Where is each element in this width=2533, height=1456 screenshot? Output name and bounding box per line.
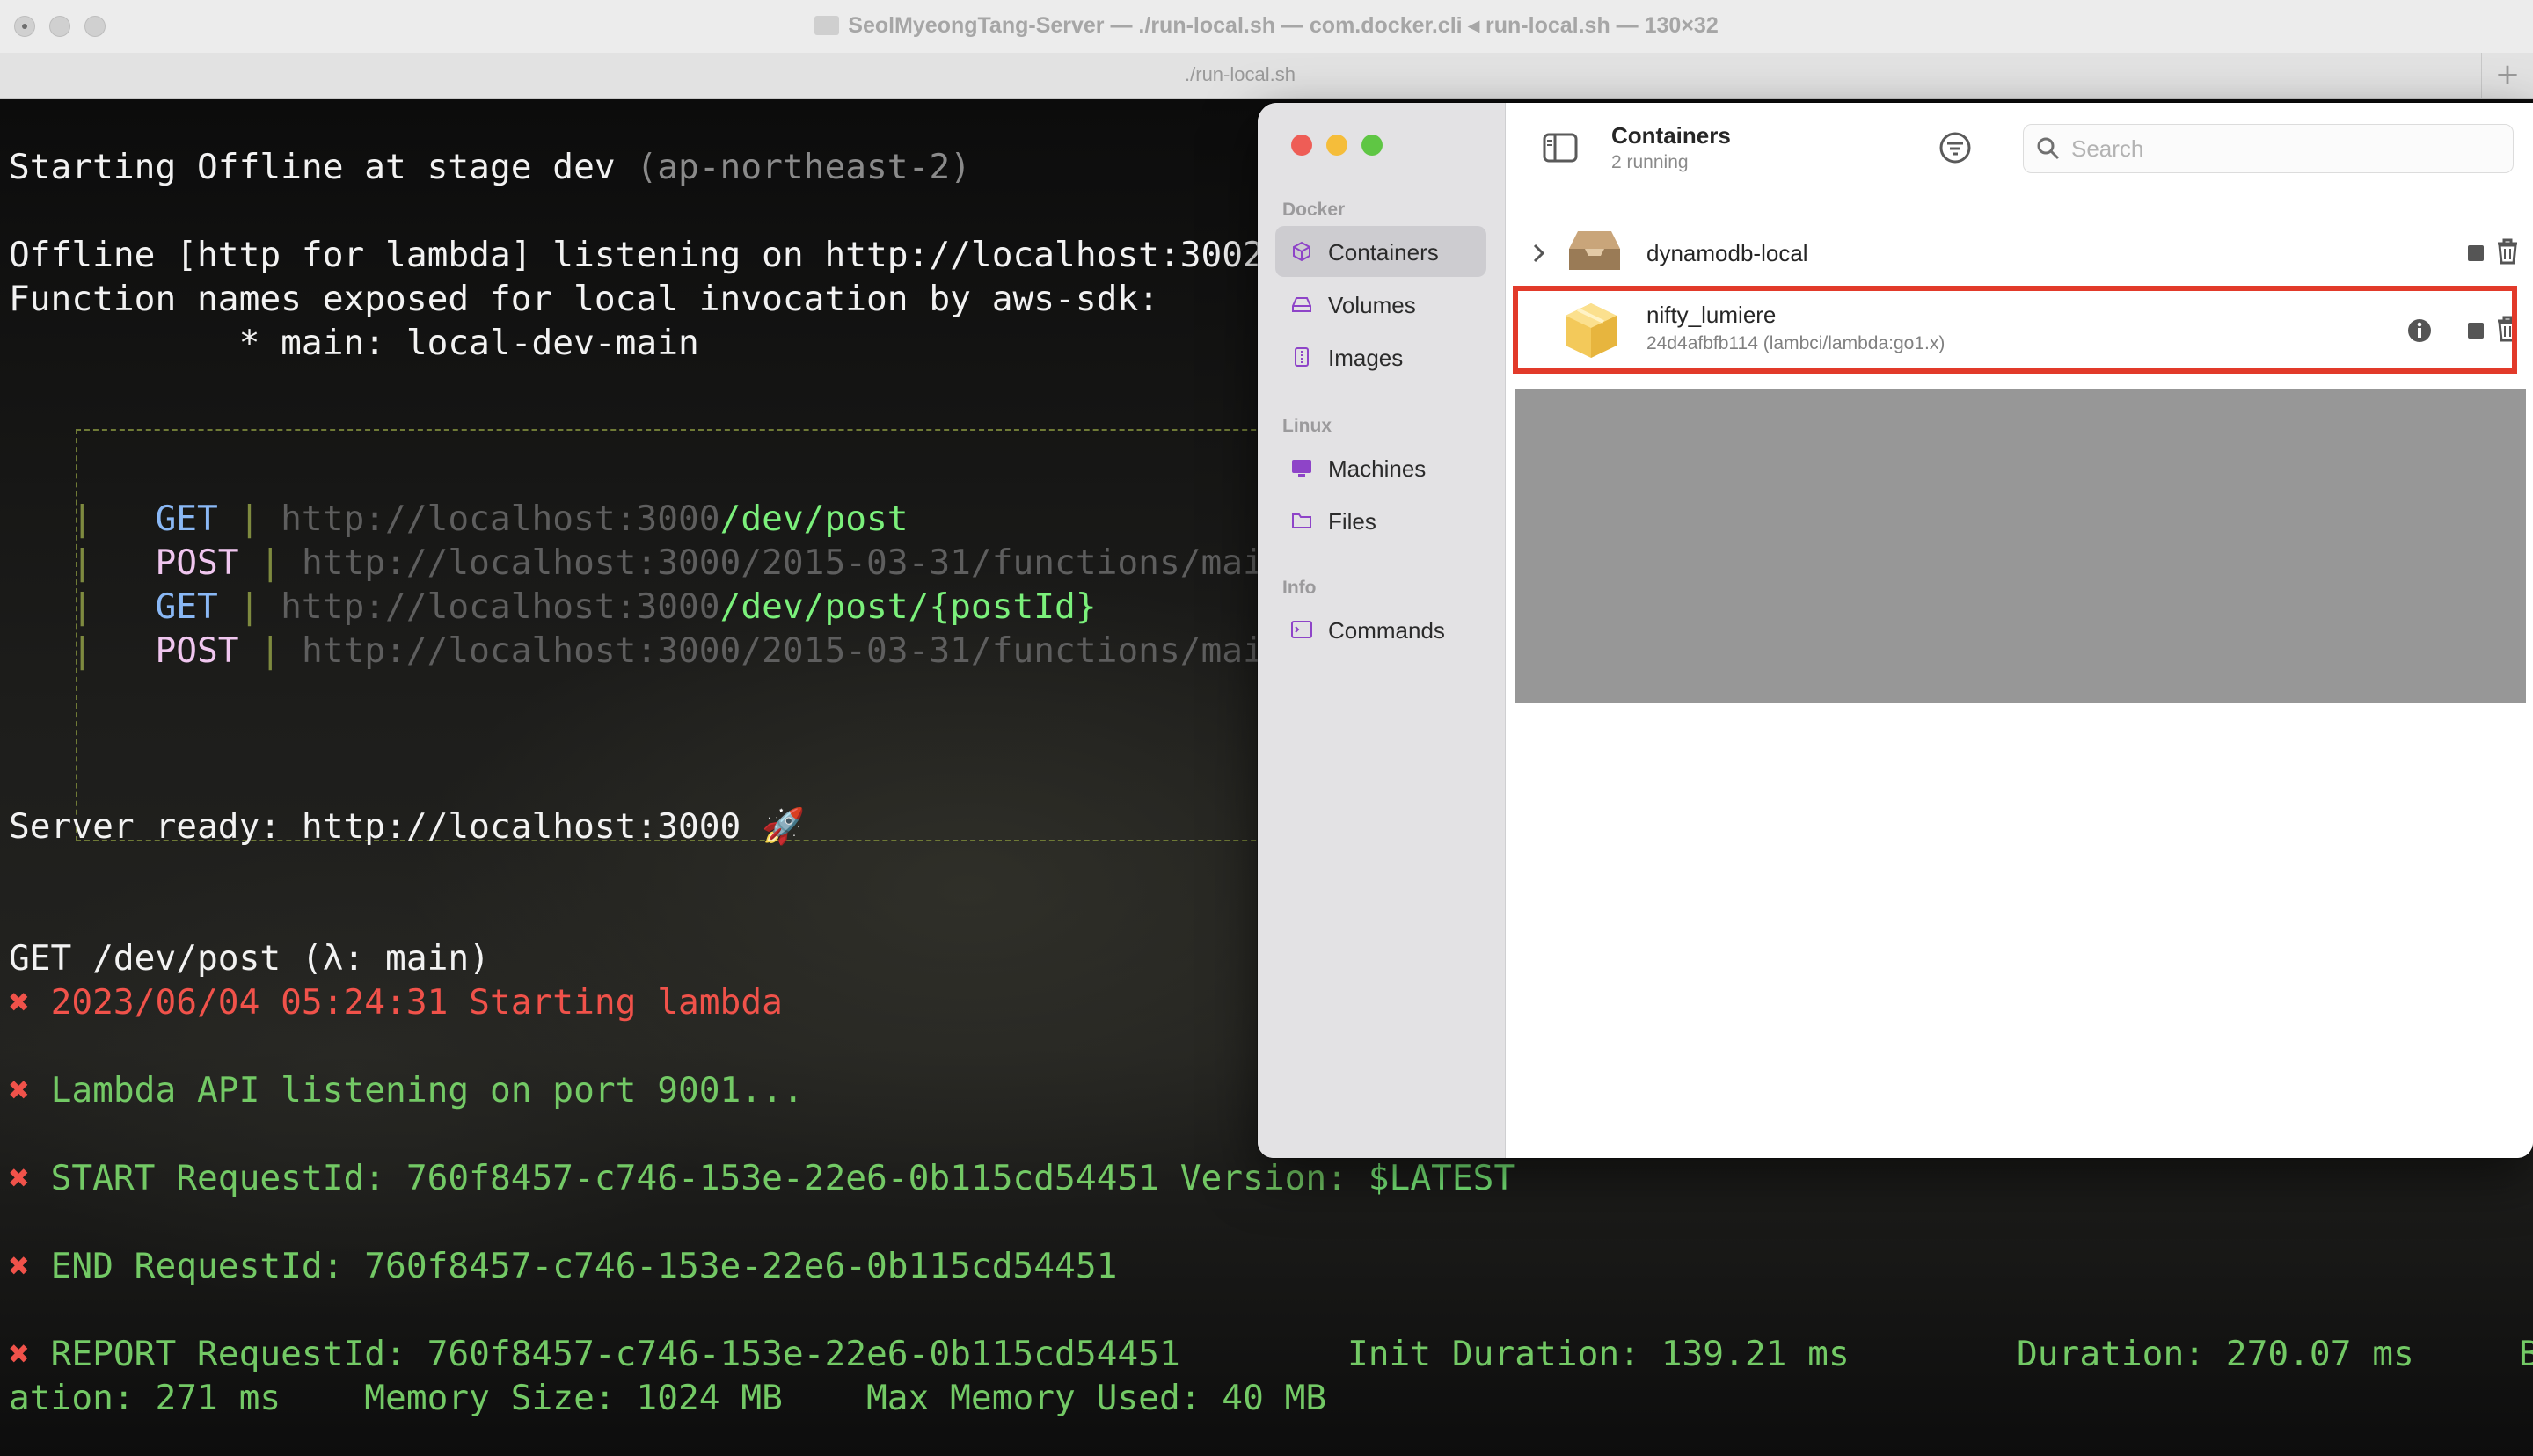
redacted-panel	[1515, 389, 2526, 703]
route-method: GET	[155, 499, 218, 539]
log-line: ✖ START RequestId: 760f8457-c746-153e-22…	[9, 1158, 1515, 1198]
section-linux: Linux	[1282, 416, 1332, 436]
log-line: ✖ 2023/06/04 05:24:31 Starting lambda	[9, 982, 783, 1023]
sidebar: Docker Containers Volumes Images Linux M…	[1258, 103, 1506, 1158]
running-count: 2 running	[1611, 152, 1689, 172]
log-line: ation: 271 ms Memory Size: 1024 MB Max M…	[9, 1378, 1327, 1418]
highlight-annotation	[1513, 286, 2517, 374]
log-line: ✖ END RequestId: 760f8457-c746-153e-22e6…	[9, 1246, 1118, 1286]
sidebar-item-label: Machines	[1328, 455, 1427, 482]
search-icon	[2037, 137, 2060, 160]
sidebar-item-label: Files	[1328, 508, 1376, 535]
image-icon	[1295, 347, 1309, 367]
terminal-line: Offline [http for lambda] listening on h…	[9, 235, 1264, 275]
container-row[interactable]: dynamodb-local	[1506, 214, 2533, 295]
error-mark-icon: ✖	[9, 1070, 30, 1110]
search-input[interactable]	[2069, 134, 2495, 164]
terminal-icon	[1291, 621, 1312, 638]
container-group-icon	[1569, 231, 1620, 270]
route-path: /dev/post	[719, 499, 909, 539]
terminal-line: Starting Offline at stage dev (ap-northe…	[9, 145, 971, 189]
docker-window: Docker Containers Volumes Images Linux M…	[1258, 103, 2533, 1158]
minimize-window-button[interactable]	[1326, 135, 1347, 156]
sidebar-item-label: Containers	[1328, 239, 1439, 266]
offline-stage-text: Starting Offline at stage dev	[9, 147, 637, 187]
folder-icon	[814, 16, 840, 35]
chevron-right-icon[interactable]	[1530, 242, 1548, 265]
page-title: Containers	[1611, 122, 1731, 149]
filter-icon[interactable]	[1938, 131, 1972, 164]
route-line: | POST | http://localhost:3000/2015-03-3…	[71, 542, 1369, 583]
error-mark-icon: ✖	[9, 1158, 30, 1198]
terminal-tabbar: ./run-local.sh +	[0, 53, 2533, 99]
route-base-url: http://localhost:3000	[281, 586, 720, 627]
sidebar-item-volumes[interactable]: Volumes	[1275, 279, 1486, 330]
log-line: ✖ REPORT RequestId: 760f8457-c746-153e-2…	[9, 1334, 2533, 1374]
terminal-line: Function names exposed for local invocat…	[9, 279, 1159, 319]
stop-icon[interactable]	[2461, 238, 2491, 268]
container-name: dynamodb-local	[1646, 240, 1808, 266]
sidebar-item-label: Commands	[1328, 617, 1445, 644]
section-info: Info	[1282, 578, 1317, 598]
sidebar-item-containers[interactable]: Containers	[1275, 226, 1486, 277]
server-ready-line: Server ready: http://localhost:3000 🚀	[9, 806, 806, 847]
search-field	[2023, 124, 2514, 173]
container-icon	[1293, 241, 1310, 262]
route-line: | GET | http://localhost:3000/dev/post	[71, 499, 909, 539]
sidebar-item-label: Volumes	[1328, 292, 1416, 318]
route-method: POST	[155, 542, 239, 583]
sidebar-item-commands[interactable]: Commands	[1275, 604, 1486, 655]
route-line: | GET | http://localhost:3000/dev/post/{…	[71, 586, 1097, 627]
route-method: GET	[155, 586, 218, 627]
window-title: SeolMyeongTang-Server — ./run-local.sh —…	[0, 12, 2533, 39]
volume-icon	[1292, 297, 1311, 312]
containers-pane: Containers 2 running dynamodb-local nift…	[1506, 103, 2533, 1158]
section-docker: Docker	[1282, 200, 1346, 220]
log-line: ✖ Lambda API listening on port 9001...	[9, 1070, 804, 1110]
close-window-button[interactable]	[1291, 135, 1312, 156]
request-line: GET /dev/post (λ: main)	[9, 938, 490, 979]
machine-icon	[1292, 460, 1311, 477]
error-mark-icon: ✖	[9, 1334, 30, 1374]
sidebar-item-label: Images	[1328, 345, 1404, 371]
terminal-line: * main: local-dev-main	[9, 323, 699, 363]
route-base-url: http://localhost:3000	[281, 499, 720, 539]
route-method: POST	[155, 630, 239, 671]
sidebar-item-images[interactable]: Images	[1275, 331, 1486, 382]
error-mark-icon: ✖	[9, 982, 30, 1023]
sidebar-toggle-icon[interactable]	[1543, 133, 1578, 163]
trash-icon[interactable]	[2493, 237, 2522, 266]
sidebar-item-files[interactable]: Files	[1275, 495, 1486, 546]
sidebar-item-machines[interactable]: Machines	[1275, 442, 1486, 493]
zoom-window-button[interactable]	[1361, 135, 1383, 156]
route-base-url: http://localhost:3000/2015-03-31/functio…	[301, 630, 1369, 671]
error-mark-icon: ✖	[9, 1246, 30, 1286]
route-path: /dev/post/{postId}	[719, 586, 1097, 627]
terminal-titlebar: SeolMyeongTang-Server — ./run-local.sh —…	[0, 0, 2533, 54]
route-line: | POST | http://localhost:3000/2015-03-3…	[71, 630, 1369, 671]
region-text: (ap-northeast-2)	[636, 147, 971, 187]
tab-run-local[interactable]: ./run-local.sh	[0, 63, 2480, 86]
new-tab-button[interactable]: +	[2481, 53, 2533, 98]
window-title-text: SeolMyeongTang-Server — ./run-local.sh —…	[848, 13, 1719, 38]
folder-icon	[1292, 513, 1311, 528]
route-base-url: http://localhost:3000/2015-03-31/functio…	[301, 542, 1369, 583]
